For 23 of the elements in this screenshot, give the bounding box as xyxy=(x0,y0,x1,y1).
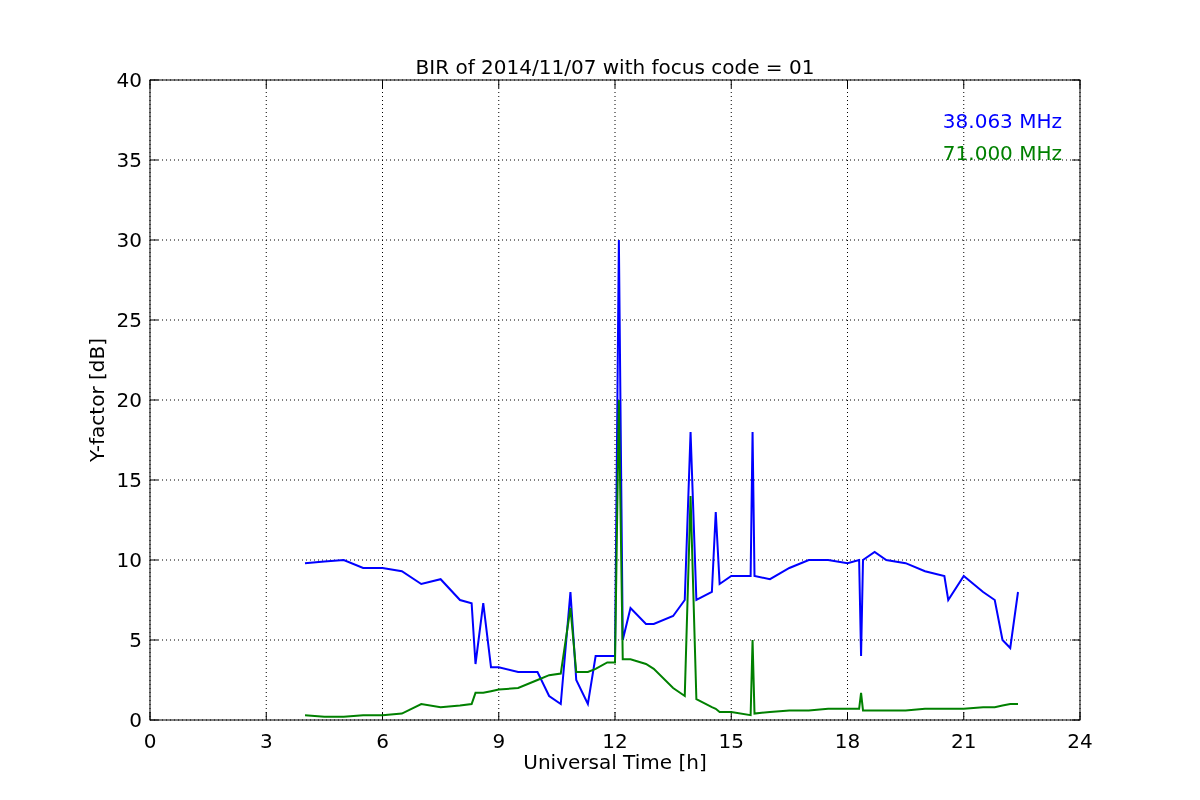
tick-label: 12 xyxy=(602,729,628,753)
tick-label: 21 xyxy=(951,729,977,753)
y-axis-label: Y-factor [dB] xyxy=(85,338,109,462)
tick-label: 30 xyxy=(116,228,142,252)
chart-title: BIR of 2014/11/07 with focus code = 01 xyxy=(415,55,815,79)
tick-label: 15 xyxy=(718,729,744,753)
tick-label: 0 xyxy=(129,708,142,732)
tick-label: 40 xyxy=(116,68,142,92)
tick-label: 5 xyxy=(129,628,142,652)
x-axis-label: Universal Time [h] xyxy=(523,750,707,774)
tick-label: 20 xyxy=(116,388,142,412)
tick-label: 25 xyxy=(116,308,142,332)
legend-label: 38.063 MHz xyxy=(942,109,1062,133)
tick-label: 24 xyxy=(1067,729,1093,753)
tick-label: 15 xyxy=(116,468,142,492)
tick-label: 35 xyxy=(116,148,142,172)
tick-label: 0 xyxy=(143,729,157,753)
tick-label: 9 xyxy=(492,729,506,753)
tick-label: 3 xyxy=(259,729,273,753)
tick-label: 18 xyxy=(834,729,861,753)
tick-label: 6 xyxy=(376,729,389,753)
legend-label: 71.000 MHz xyxy=(942,141,1062,165)
tick-label: 10 xyxy=(116,548,142,572)
